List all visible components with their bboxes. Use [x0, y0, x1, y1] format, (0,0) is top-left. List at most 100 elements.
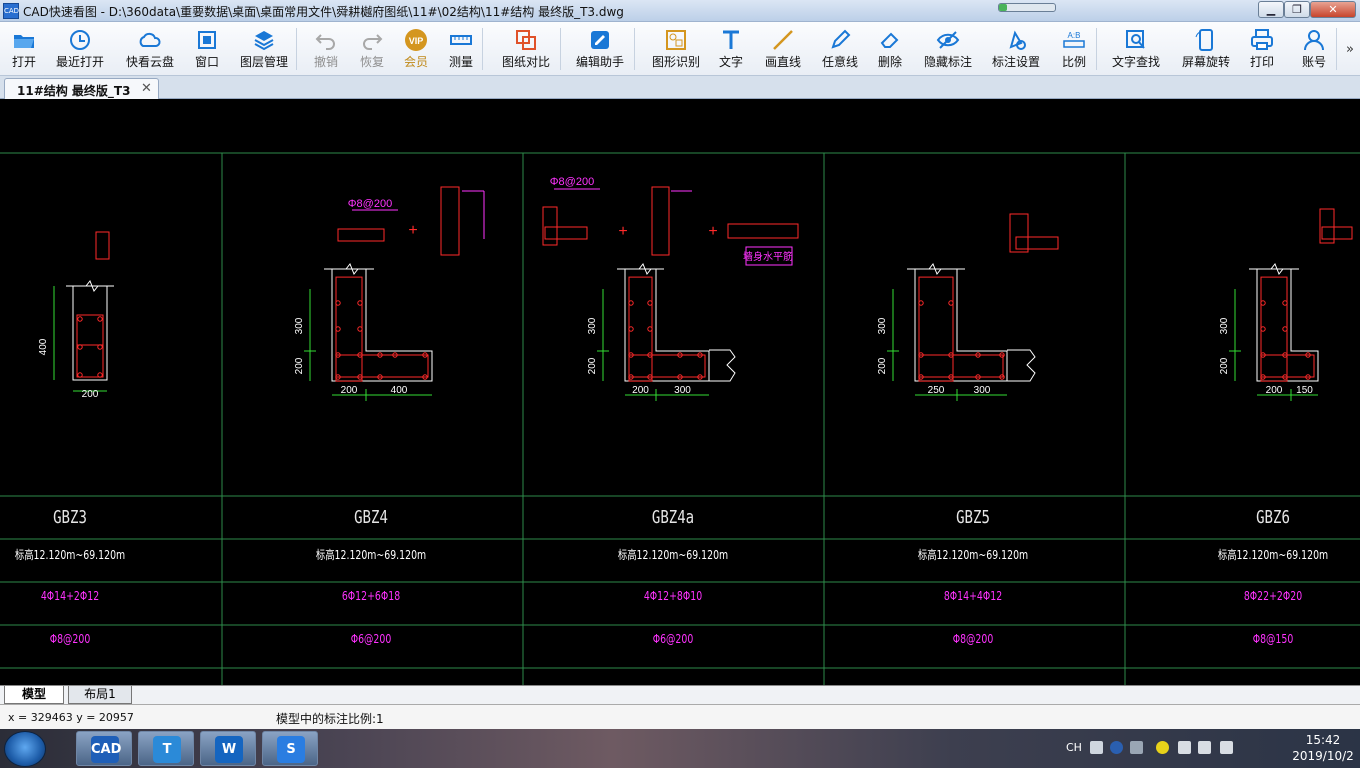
gbz4a-detail-hbar [544, 226, 588, 240]
toolbar-annotation-settings-button[interactable]: 标注设置 [986, 25, 1046, 73]
taskbar-sogou-app-button[interactable]: S [262, 731, 318, 766]
edit-assistant-icon [591, 31, 609, 49]
gbz5-dim-x2-text: 300 [974, 385, 991, 396]
help-icon[interactable] [1110, 741, 1123, 754]
tray-settings-icon[interactable] [1130, 741, 1143, 754]
toolbar-cloud-button[interactable]: 快看云盘 [122, 25, 178, 73]
toolbar-window-button[interactable]: 窗口 [190, 25, 224, 73]
start-button[interactable] [4, 731, 46, 767]
tab-layout1[interactable]: 布局1 [68, 686, 132, 704]
gbz3-elevation-cell: 标高12.120m~69.120m [14, 548, 126, 562]
gbz5-stirrup-v [918, 276, 954, 382]
toolbar-account-button[interactable]: 账号 [1296, 25, 1332, 73]
gbz5-longitudinal-cell: 8Φ14+4Φ12 [943, 589, 1003, 603]
text-app-icon: T [153, 736, 181, 763]
drawing-canvas[interactable]: 200 400 200 400 300 200 200 300 300 200 250 300 300 2… [0, 99, 1360, 685]
ime-indicator[interactable]: CH [1066, 741, 1082, 754]
text-search-icon [1126, 30, 1145, 49]
gbz6-elevation-cell: 标高12.120m~69.120m [1217, 548, 1329, 562]
gbz5-wall-break [1007, 349, 1036, 382]
window-icon [198, 31, 216, 49]
toolbar-text-search-button[interactable]: 文字查找 [1106, 25, 1166, 73]
title-bar: CAD CAD快速看图 - D:\360data\重要数据\桌面\桌面常用文件\… [0, 0, 1360, 22]
gbz4-dim-x1-text: 200 [341, 385, 358, 396]
tab-model[interactable]: 模型 [4, 686, 64, 704]
clock-date: 2019/10/2 [1292, 749, 1354, 763]
rotate-screen-icon [1195, 29, 1213, 51]
toolbar-label: 快看云盘 [125, 55, 174, 69]
gbz5-detail-hook [1009, 213, 1029, 253]
toolbar-vip-button[interactable]: VIP 会员 [398, 25, 434, 73]
toolbar-hide-annotation-button[interactable]: 隐藏标注 [918, 25, 978, 73]
toolbar-undo-button[interactable]: 撤销 [308, 25, 344, 73]
toolbar-label: 隐藏标注 [923, 55, 972, 69]
toolbar-recent-button[interactable]: 最近打开 [52, 25, 108, 73]
toolbar-layers-button[interactable]: 图层管理 [236, 25, 292, 73]
gbz3-stirrup [76, 314, 104, 378]
gbz5-dim-y1-text: 300 [877, 317, 888, 334]
toolbar-label: 恢复 [359, 55, 384, 69]
toolbar-label: 会员 [403, 55, 428, 69]
toolbar-label: 撤销 [313, 55, 338, 69]
taskbar-cad-viewer-button[interactable]: CAD [76, 731, 132, 766]
scale-icon: A:B [1063, 31, 1085, 48]
gbz4-plus-1: + [408, 222, 417, 239]
gbz3-rebar-dot [77, 316, 83, 322]
progress-meter [998, 3, 1056, 12]
toolbar-label: 删除 [877, 55, 902, 69]
gbz4-outline [331, 268, 433, 382]
toolbar-redo-button[interactable]: 恢复 [354, 25, 390, 73]
document-tab[interactable]: 11#结构 最终版_T3 ✕ [4, 78, 159, 99]
compare-icon [516, 30, 536, 50]
annotation-settings-icon [1009, 30, 1026, 50]
toolbar-compare-button[interactable]: 图纸对比 [496, 25, 556, 73]
gbz5-stirrup-cell: Φ8@200 [952, 632, 994, 646]
svg-text:VIP: VIP [409, 36, 424, 46]
gbz4-longitudinal-cell: 6Φ12+6Φ18 [341, 589, 401, 603]
toolbar-print-button[interactable]: 打印 [1242, 25, 1282, 73]
account-icon [1304, 30, 1324, 51]
gbz4-dim-y1-text: 300 [294, 317, 305, 334]
gbz3-rebar-dot [97, 316, 103, 322]
toolbar-edit-assistant-button[interactable]: 编辑助手 [570, 25, 630, 73]
toolbar-rotate-screen-button[interactable]: 屏幕旋转 [1176, 25, 1236, 73]
taskbar-text-app-button[interactable]: T [138, 731, 194, 766]
gbz4-dim-y2-text: 200 [294, 357, 305, 374]
toolbar-scale-button[interactable]: A:B 比例 [1056, 25, 1092, 73]
toolbar-shape-recognize-button[interactable]: 图形识别 [646, 25, 706, 73]
clock[interactable]: 15:42 2019/10/2 [1288, 732, 1358, 764]
gbz3-dim-y-text: 400 [38, 338, 49, 355]
toolbar-folder-open-button[interactable]: 打开 [6, 25, 42, 73]
maximize-button[interactable]: ❐ [1284, 1, 1310, 18]
eraser-icon [880, 32, 899, 48]
gbz4-dim-x2-text: 400 [391, 385, 408, 396]
toolbar-text-button[interactable]: 文字 [714, 25, 748, 73]
cursor-coordinates: x = 329463 y = 20957 [8, 711, 134, 724]
gbz3-longitudinal-cell: 4Φ14+2Φ12 [40, 589, 100, 603]
security-icon[interactable] [1156, 741, 1169, 754]
toolbar-separator [482, 28, 483, 70]
toolbar-line-button[interactable]: 画直线 [760, 25, 806, 73]
gbz3-detail-hook [95, 231, 110, 260]
gbz4-detail-label: Φ8@200 [348, 198, 392, 210]
toolbar-more-icon[interactable]: » [1346, 42, 1354, 57]
gbz4-stirrup-cell: Φ6@200 [350, 632, 392, 646]
gbz4a-detail-wallbar [727, 223, 799, 239]
gbz4a-detail-label: Φ8@200 [550, 176, 594, 188]
toolbar-measure-button[interactable]: 测量 [444, 25, 478, 73]
toolbar-eraser-button[interactable]: 删除 [872, 25, 908, 73]
battery-icon[interactable] [1198, 741, 1211, 754]
hide-annotation-icon [936, 31, 960, 49]
taskbar-wps-app-button[interactable]: W [200, 731, 256, 766]
gbz4a-stirrup-h [628, 354, 706, 378]
keyboard-icon[interactable] [1090, 741, 1103, 754]
volume-icon[interactable] [1178, 741, 1191, 754]
network-icon[interactable] [1220, 741, 1233, 754]
minimize-button[interactable]: ▁ [1258, 1, 1284, 18]
close-button[interactable]: ✕ [1310, 1, 1356, 18]
toolbar-pen-button[interactable]: 任意线 [818, 25, 862, 73]
document-tab-close-icon[interactable]: ✕ [141, 81, 152, 96]
taskbar: CAD T W S CH 15:42 2019/10/2 [0, 729, 1360, 768]
gbz6-detail-hbar [1321, 226, 1353, 240]
main-toolbar: 打开 最近打开 快看云盘 窗口 图层管理 撤销 恢复 VIP 会员 测量 图纸对比 编辑助手 图形识别 文… [0, 22, 1360, 76]
